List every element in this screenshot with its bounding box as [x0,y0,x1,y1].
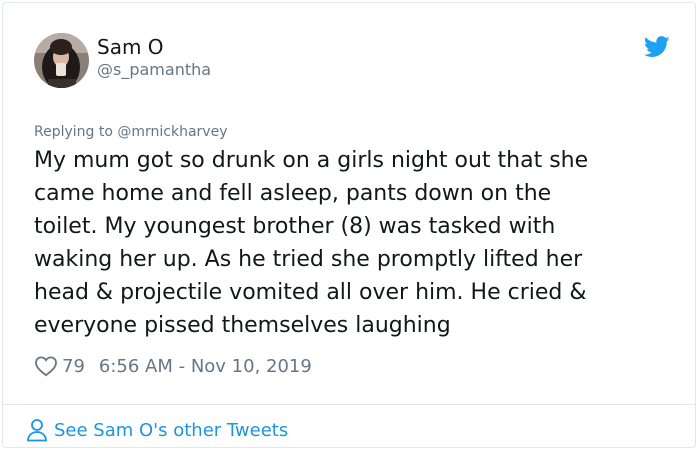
heart-icon[interactable] [34,355,58,377]
person-icon [27,419,47,442]
tweet-card: Sam O @s_pamantha Replying to @mrnickhar… [2,2,696,448]
like-count[interactable]: 79 [62,356,85,377]
divider [3,404,695,405]
twitter-bird-icon[interactable] [644,36,670,58]
avatar[interactable] [34,33,89,88]
timestamp[interactable]: 6:56 AM - Nov 10, 2019 [99,356,312,377]
author-handle[interactable]: @s_pamantha [97,60,211,80]
author-name[interactable]: Sam O [97,34,164,60]
see-other-tweets-label[interactable]: See Sam O's other Tweets [54,420,288,441]
avatar-image [34,33,89,88]
reply-context[interactable]: Replying to @mrnickharvey [34,122,227,142]
tweet-text: My mum got so drunk on a girls night out… [34,148,589,338]
see-other-tweets-link[interactable]: See Sam O's other Tweets [26,416,288,444]
tweet-meta: 79 6:56 AM - Nov 10, 2019 [34,353,312,379]
